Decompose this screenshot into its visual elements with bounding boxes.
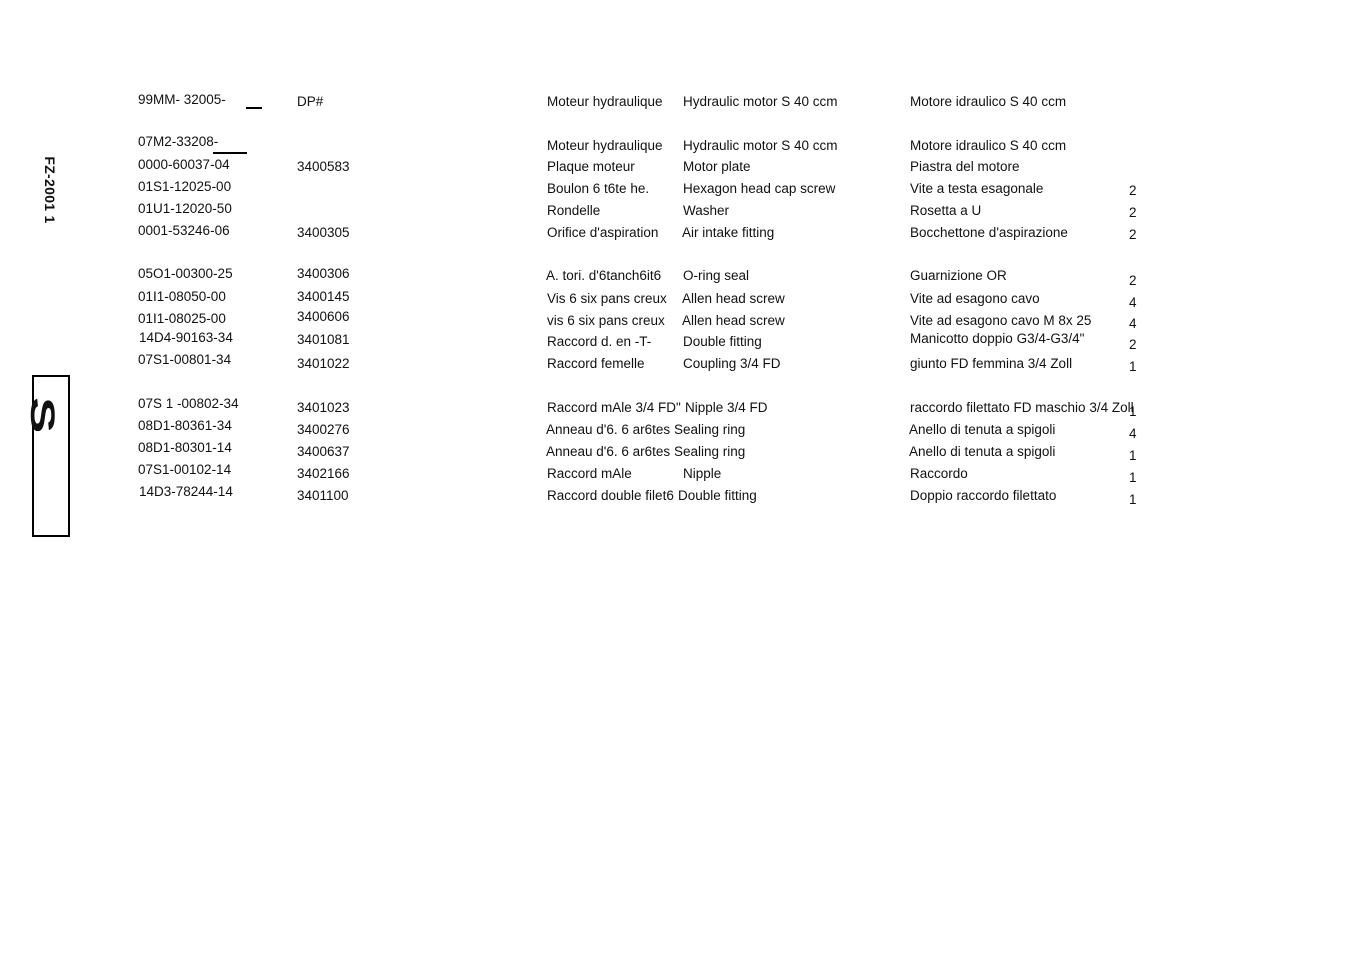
description-en: Hexagon head cap screw [683,181,836,196]
dp-number: 3400583 [297,159,350,174]
part-number: 07S1-00801-34 [138,352,232,367]
part-number: 07S1-00102-14 [138,462,232,477]
description-fr: vis 6 six pans creux [547,313,665,328]
description-it: Piastra del motore [910,159,1020,174]
document-code-text: FZ-2001 1 [42,156,58,224]
description-it: Raccordo [910,466,968,481]
part-number: 01I1-08025-00 [138,311,226,326]
dp-number: 3401022 [297,356,350,371]
part-number: 07M2-33208- [138,134,219,149]
quantity: 4 [1129,295,1137,310]
description-fr: Vis 6 six pans creux [547,291,667,306]
part-number: 01S1-12025-00 [138,179,232,194]
description-it: giunto FD femmina 3/4 Zoll [910,356,1073,371]
description-it: Rosetta a U [910,203,982,218]
description-fr: A. tori. d'6tanch6it6 [546,268,662,283]
description-fr: Raccord double filet6 [547,488,674,503]
dp-number: 3400276 [297,422,350,437]
header-description-fr: Moteur hydraulique [547,94,663,109]
part-number: 14D4-90163-34 [139,330,233,345]
quantity: 2 [1129,337,1137,352]
quantity: 2 [1129,227,1137,242]
quantity: 1 [1129,492,1137,507]
description-fr: Boulon 6 t6te he. [547,181,650,196]
description-it: Bocchettone d'aspirazione [910,225,1068,240]
description-en: Double fitting [683,334,762,349]
part-number: 0001-53246-06 [138,223,230,238]
part-number: 01I1-08050-00 [138,289,226,304]
logo-box: S [23,375,70,537]
quantity: 2 [1129,273,1137,288]
header-description-en: Hydraulic motor S 40 ccm [683,94,838,109]
dp-number: 3400306 [297,266,350,281]
description-fr: Anneau d'6. 6 ar6tes [546,444,671,459]
description-en: Motor plate [683,159,751,174]
description-fr: Anneau d'6. 6 ar6tes [546,422,671,437]
logo-icon: S [23,397,61,434]
dp-number: 3400145 [297,289,350,304]
dp-number: 3402166 [297,466,350,481]
description-en: Allen head screw [682,291,785,306]
dp-number: 3401081 [297,332,350,347]
part-number: 07S 1 -00802-34 [138,396,239,411]
description-fr: Raccord d. en -T- [547,334,652,349]
description-fr: Moteur hydraulique [547,138,663,153]
part-number: 01U1-12020-50 [138,201,232,216]
quantity: 1 [1129,404,1137,419]
part-number: 05O1-00300-25 [138,266,233,281]
dp-number: 3401023 [297,400,350,415]
part-number: 08D1-80301-14 [138,440,232,455]
dp-number: 3400305 [297,225,350,240]
description-it: Anello di tenuta a spigoli [909,444,1056,459]
description-it: Doppio raccordo filettato [910,488,1057,503]
description-fr: Rondelle [547,203,601,218]
description-it: raccordo filettato FD maschio 3/4 Zoll [910,400,1134,415]
quantity: 1 [1129,359,1137,374]
quantity: 1 [1129,470,1137,485]
document-code-label: FZ-2001 1 [30,150,70,230]
quantity: 4 [1129,426,1137,441]
dp-number: 3401100 [297,488,349,503]
description-en: Sealing ring [674,422,746,437]
quantity: 4 [1129,316,1137,331]
part-number-blank-mark [246,107,262,109]
description-fr: Raccord mAle 3/4 FD" [547,400,681,415]
description-en: O-ring seal [683,268,750,283]
part-number: 0000-60037-04 [138,157,230,172]
dp-number: 3400637 [297,444,350,459]
description-en: Nipple 3/4 FD [685,400,768,415]
header-part-number: 99MM- 32005- [138,92,226,107]
description-fr: Raccord femelle [547,356,645,371]
quantity: 2 [1129,183,1137,198]
part-number-blank-mark [213,152,247,154]
header-description-it: Motore idraulico S 40 ccm [910,94,1067,109]
quantity: 2 [1129,205,1137,220]
description-en: Hydraulic motor S 40 ccm [683,138,838,153]
description-it: Vite ad esagono cavo M 8x 25 [910,313,1092,328]
description-en: Nipple [683,466,722,481]
description-en: Coupling 3/4 FD [683,356,781,371]
part-number: 08D1-80361-34 [138,418,232,433]
description-it: Vite ad esagono cavo [910,291,1040,306]
description-it: Guarnizione OR [910,268,1007,283]
description-it: Anello di tenuta a spigoli [909,422,1056,437]
header-dp: DP# [297,94,324,109]
description-en: Air intake fitting [682,225,775,240]
description-it: Manicotto doppio G3/4-G3/4" [910,331,1085,346]
description-en: Washer [683,203,730,218]
description-fr: Raccord mAle [547,466,632,481]
quantity: 1 [1129,448,1137,463]
description-it: Motore idraulico S 40 ccm [910,138,1067,153]
description-fr: Orifice d'aspiration [547,225,659,240]
dp-number: 3400606 [297,309,350,324]
description-en: Sealing ring [674,444,746,459]
description-fr: Plaque moteur [547,159,635,174]
part-number: 14D3-78244-14 [139,484,233,499]
description-it: Vite a testa esagonale [910,181,1044,196]
description-en: Double fitting [678,488,757,503]
description-en: Allen head screw [682,313,785,328]
